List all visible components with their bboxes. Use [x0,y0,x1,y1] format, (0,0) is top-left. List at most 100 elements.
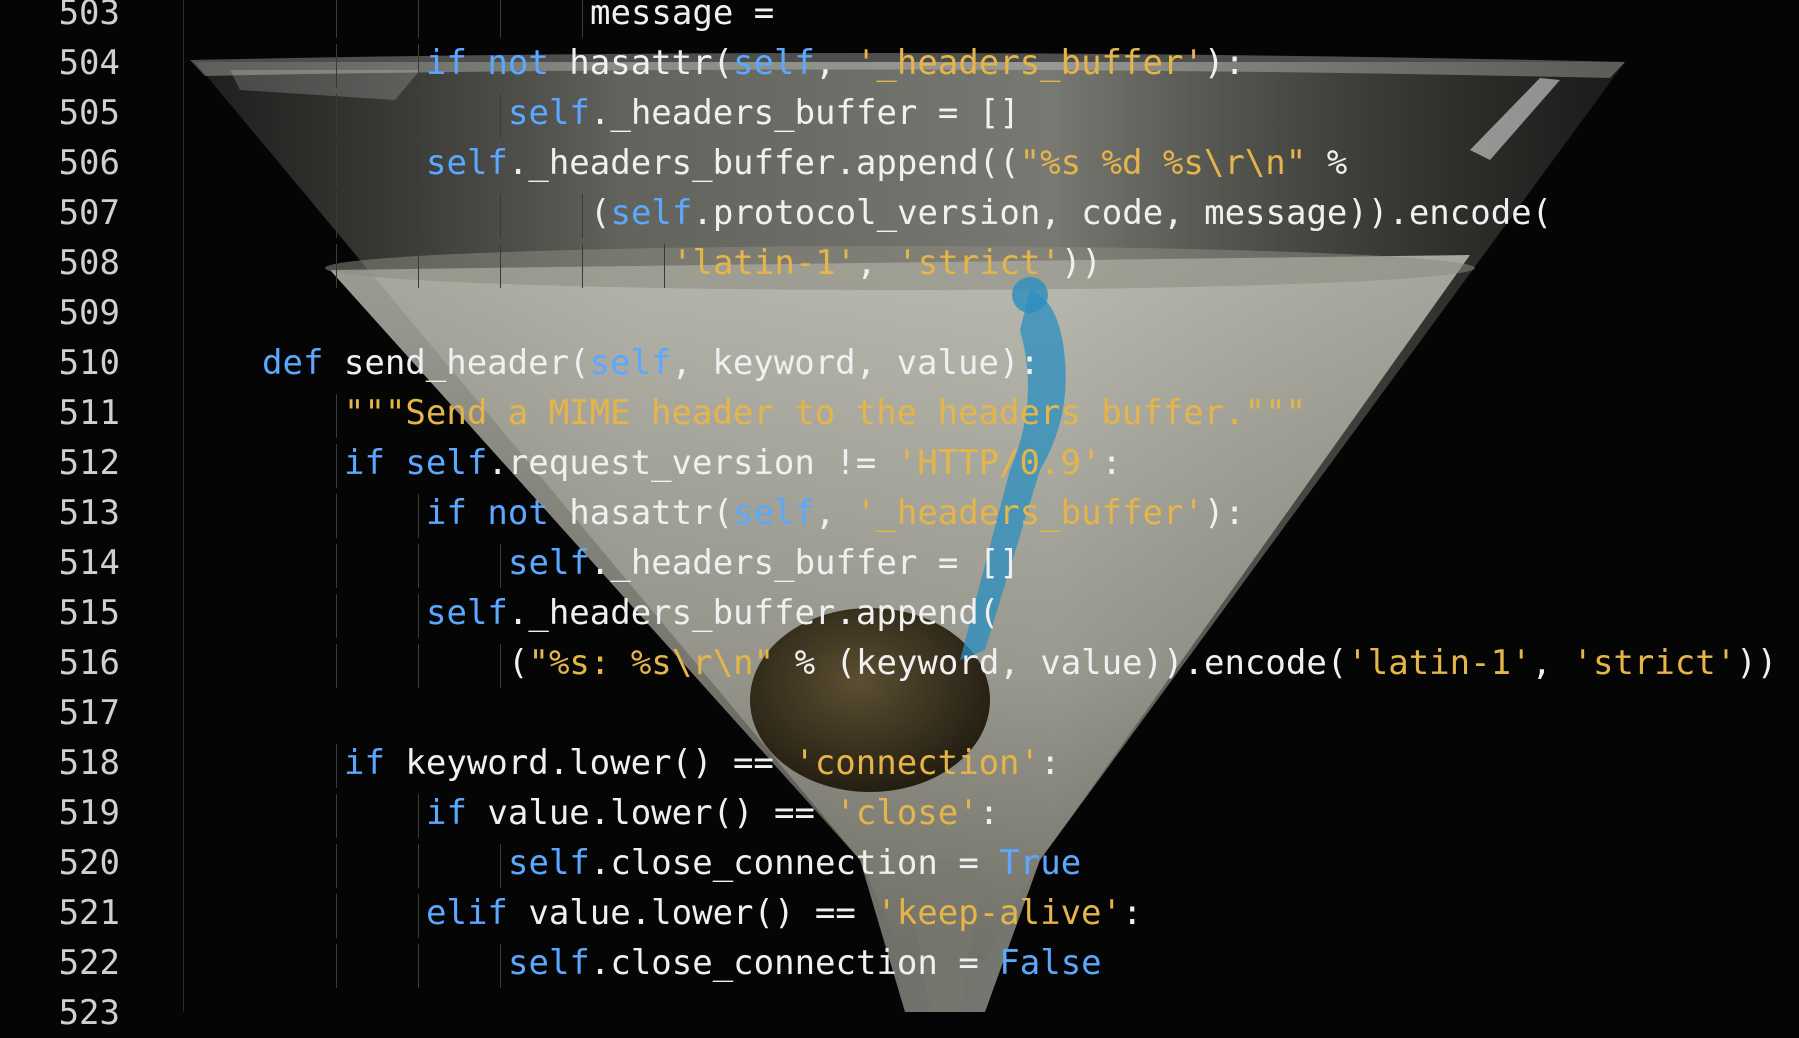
code-token: if [426,793,488,833]
code-token: ( [508,643,529,683]
line-number: 520 [58,843,120,883]
code-token: "%s %d %s\r\n" [1019,143,1307,183]
indent-guide [336,944,337,988]
indent-guide [418,244,419,288]
indent-guide [336,244,337,288]
code-token: if [344,743,406,783]
code-token: .close_connection = [589,943,1000,983]
code-token: keyword.lower() == [405,743,795,783]
code-token: "%s: %s\r\n" [528,643,775,683]
line-number: 518 [58,743,120,783]
code-token: : [1101,443,1122,483]
code-token: self [426,143,508,183]
line-code: elif value.lower() == 'keep-alive': [426,888,1142,938]
code-token: % (keyword, value)).encode( [774,643,1348,683]
line-code: def send_header(self, keyword, value): [262,338,1040,388]
code-token: self [508,943,590,983]
indent-guide [418,844,419,888]
code-token: , [814,43,856,83]
code-token: % [1306,143,1348,183]
line-code: self._headers_buffer = [] [508,88,1020,138]
code-token: )) [1060,243,1102,283]
indent-guide [336,594,337,638]
code-token: self [733,43,815,83]
indent-guide [418,644,419,688]
code-token: 'HTTP/0.9' [896,443,1102,483]
indent-guide [664,244,665,288]
code-token: self [589,343,672,383]
line-code: 'latin-1', 'strict')) [672,238,1102,288]
code-token: : [978,793,1000,833]
code-token: ): [1203,493,1245,533]
indent-guide [336,844,337,888]
code-token: hasattr( [569,43,734,83]
code-line: 522 self.close_connection = False [0,938,1799,988]
line-code: self._headers_buffer = [] [508,538,1020,588]
line-code: ("%s: %s\r\n" % (keyword, value)).encode… [508,638,1777,688]
line-number: 519 [58,793,120,833]
line-code: if self.request_version != 'HTTP/0.9': [344,438,1122,488]
indent-guide [336,0,337,38]
code-token: ): [1203,43,1245,83]
line-number: 513 [58,493,120,533]
line-number: 510 [58,343,120,383]
code-token: elif [426,893,529,933]
code-line: 512 if self.request_version != 'HTTP/0.9'… [0,438,1799,488]
code-line: 518 if keyword.lower() == 'connection': [0,738,1799,788]
line-code: if value.lower() == 'close': [426,788,999,838]
line-number: 512 [58,443,120,483]
code-line: 513 if not hasattr(self, '_headers_buffer… [0,488,1799,538]
indent-guide [336,444,337,488]
indent-guide [336,744,337,788]
code-token: self [508,543,590,583]
code-token: .request_version != [487,443,897,483]
line-code: self.close_connection = False [508,938,1102,988]
code-token: , [856,243,898,283]
gutter-separator [183,0,184,1012]
code-token: False [999,943,1102,983]
code-line: 508 'latin-1', 'strict')) [0,238,1799,288]
indent-guide [418,594,419,638]
indent-guide [418,794,419,838]
line-code: (self.protocol_version, code, message)).… [590,188,1552,238]
code-token: ._headers_buffer = [] [589,93,1020,133]
code-line: 507 (self.protocol_version, code, message… [0,188,1799,238]
indent-guide [500,944,501,988]
line-code: self.close_connection = True [508,838,1081,888]
line-code: if not hasattr(self, '_headers_buffer'): [426,488,1245,538]
line-number: 503 [58,0,120,33]
indent-guide [336,394,337,438]
line-number: 523 [58,993,120,1033]
indent-guide [500,194,501,238]
indent-guide [336,494,337,538]
indent-guide [500,644,501,688]
code-token: self [610,193,693,233]
line-number: 514 [58,543,120,583]
code-line: 514 self._headers_buffer = [] [0,538,1799,588]
code-token: .protocol_version, code, message)).encod… [692,193,1553,233]
code-line: 519 if value.lower() == 'close': [0,788,1799,838]
indent-guide [336,794,337,838]
code-token: self [508,843,590,883]
indent-guide [500,244,501,288]
code-token: ( [590,193,611,233]
indent-guide [336,194,337,238]
code-line: 506 self._headers_buffer.append(("%s %d %… [0,138,1799,188]
code-token: if not [426,493,570,533]
code-token: send_header( [343,343,590,383]
code-token: 'connection' [794,743,1040,783]
code-line: 517 [0,688,1799,738]
code-line: 505 self._headers_buffer = [] [0,88,1799,138]
code-token: """Send a MIME header to the headers buf… [344,393,1307,433]
code-line: 509 [0,288,1799,338]
code-token: self [508,93,590,133]
code-token: '_headers_buffer' [855,43,1204,83]
code-token: , [814,493,856,533]
indent-guide [418,144,419,188]
code-line: 503 message = [0,0,1799,38]
code-line: 510 def send_header(self, keyword, value)… [0,338,1799,388]
line-number: 508 [58,243,120,283]
indent-guide [500,544,501,588]
code-token: ._headers_buffer.append( [507,593,1000,633]
line-number: 517 [58,693,120,733]
